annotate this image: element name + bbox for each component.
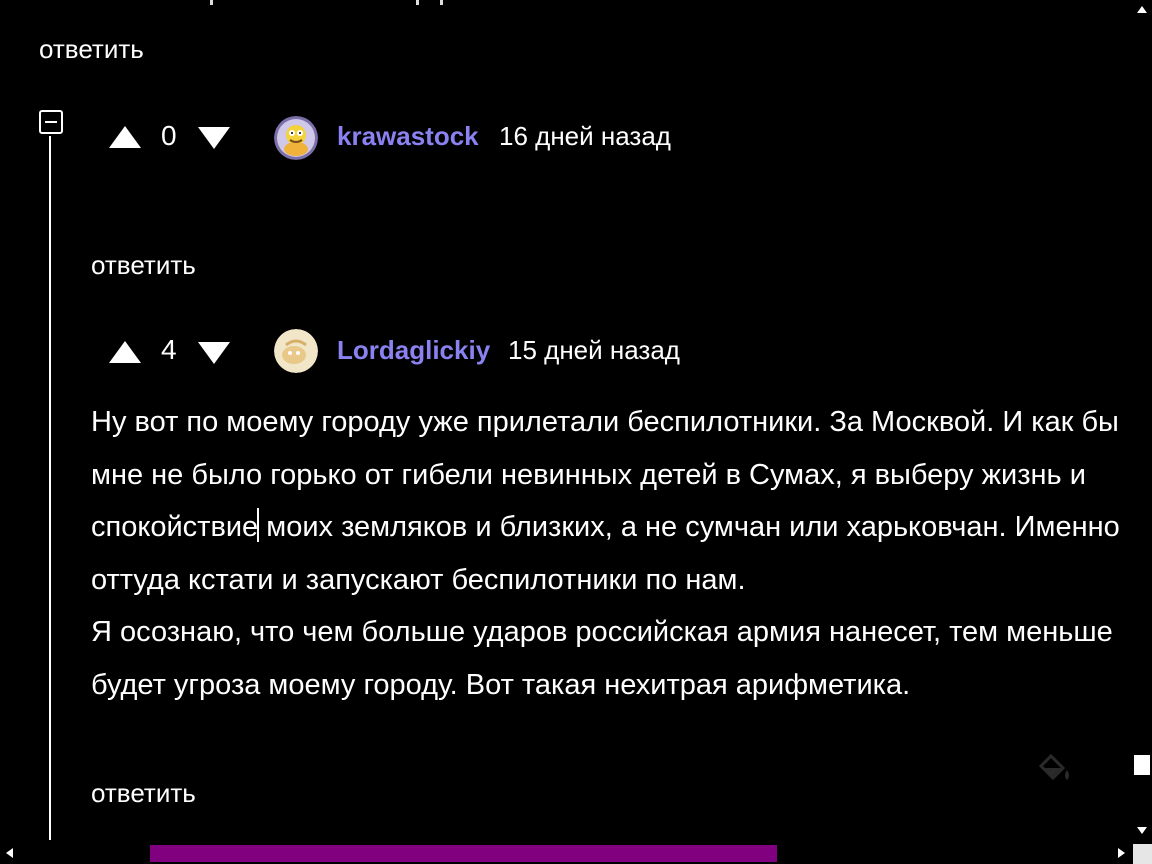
scroll-down-arrow[interactable] [1137,827,1147,834]
thread-line[interactable] [49,136,51,840]
reply-link[interactable]: ответить [39,34,144,65]
comment-paragraph: Я осознаю, что чем больше ударов российс… [91,616,1113,701]
comment-text: Ну вот по моему городу уже прилетали бес… [91,396,1121,711]
comment-timestamp: 15 дней назад [508,335,680,365]
downvote-icon[interactable] [198,342,230,364]
upvote-icon[interactable] [109,126,141,148]
previous-comment-text-fragment [210,0,450,8]
paint-bucket-icon[interactable] [1037,753,1075,784]
collapse-thread-button[interactable] [39,110,63,134]
comment-paragraph: Ну вот по моему городу уже прилетали бес… [91,396,1121,606]
reply-link[interactable]: ответить [91,778,196,809]
avatar[interactable] [274,329,318,373]
scroll-left-arrow[interactable] [6,848,13,858]
comment-score: 4 [161,334,177,365]
scroll-up-arrow[interactable] [1137,6,1147,13]
avatar[interactable] [274,116,318,160]
comment-username[interactable]: Lordaglickiy [337,335,490,366]
horizontal-scrollbar-thumb[interactable] [150,845,777,862]
scroll-right-arrow[interactable] [1118,848,1125,858]
upvote-icon[interactable] [109,341,141,363]
vertical-scrollbar-thumb[interactable] [1134,755,1150,775]
downvote-icon[interactable] [198,127,230,149]
comment-username[interactable]: krawastock [337,121,479,152]
comment-timestamp: 16 дней назад [499,121,671,151]
comment-score: 0 [161,120,177,151]
scrollbar-corner [1133,844,1152,864]
reply-link[interactable]: ответить [91,250,196,281]
